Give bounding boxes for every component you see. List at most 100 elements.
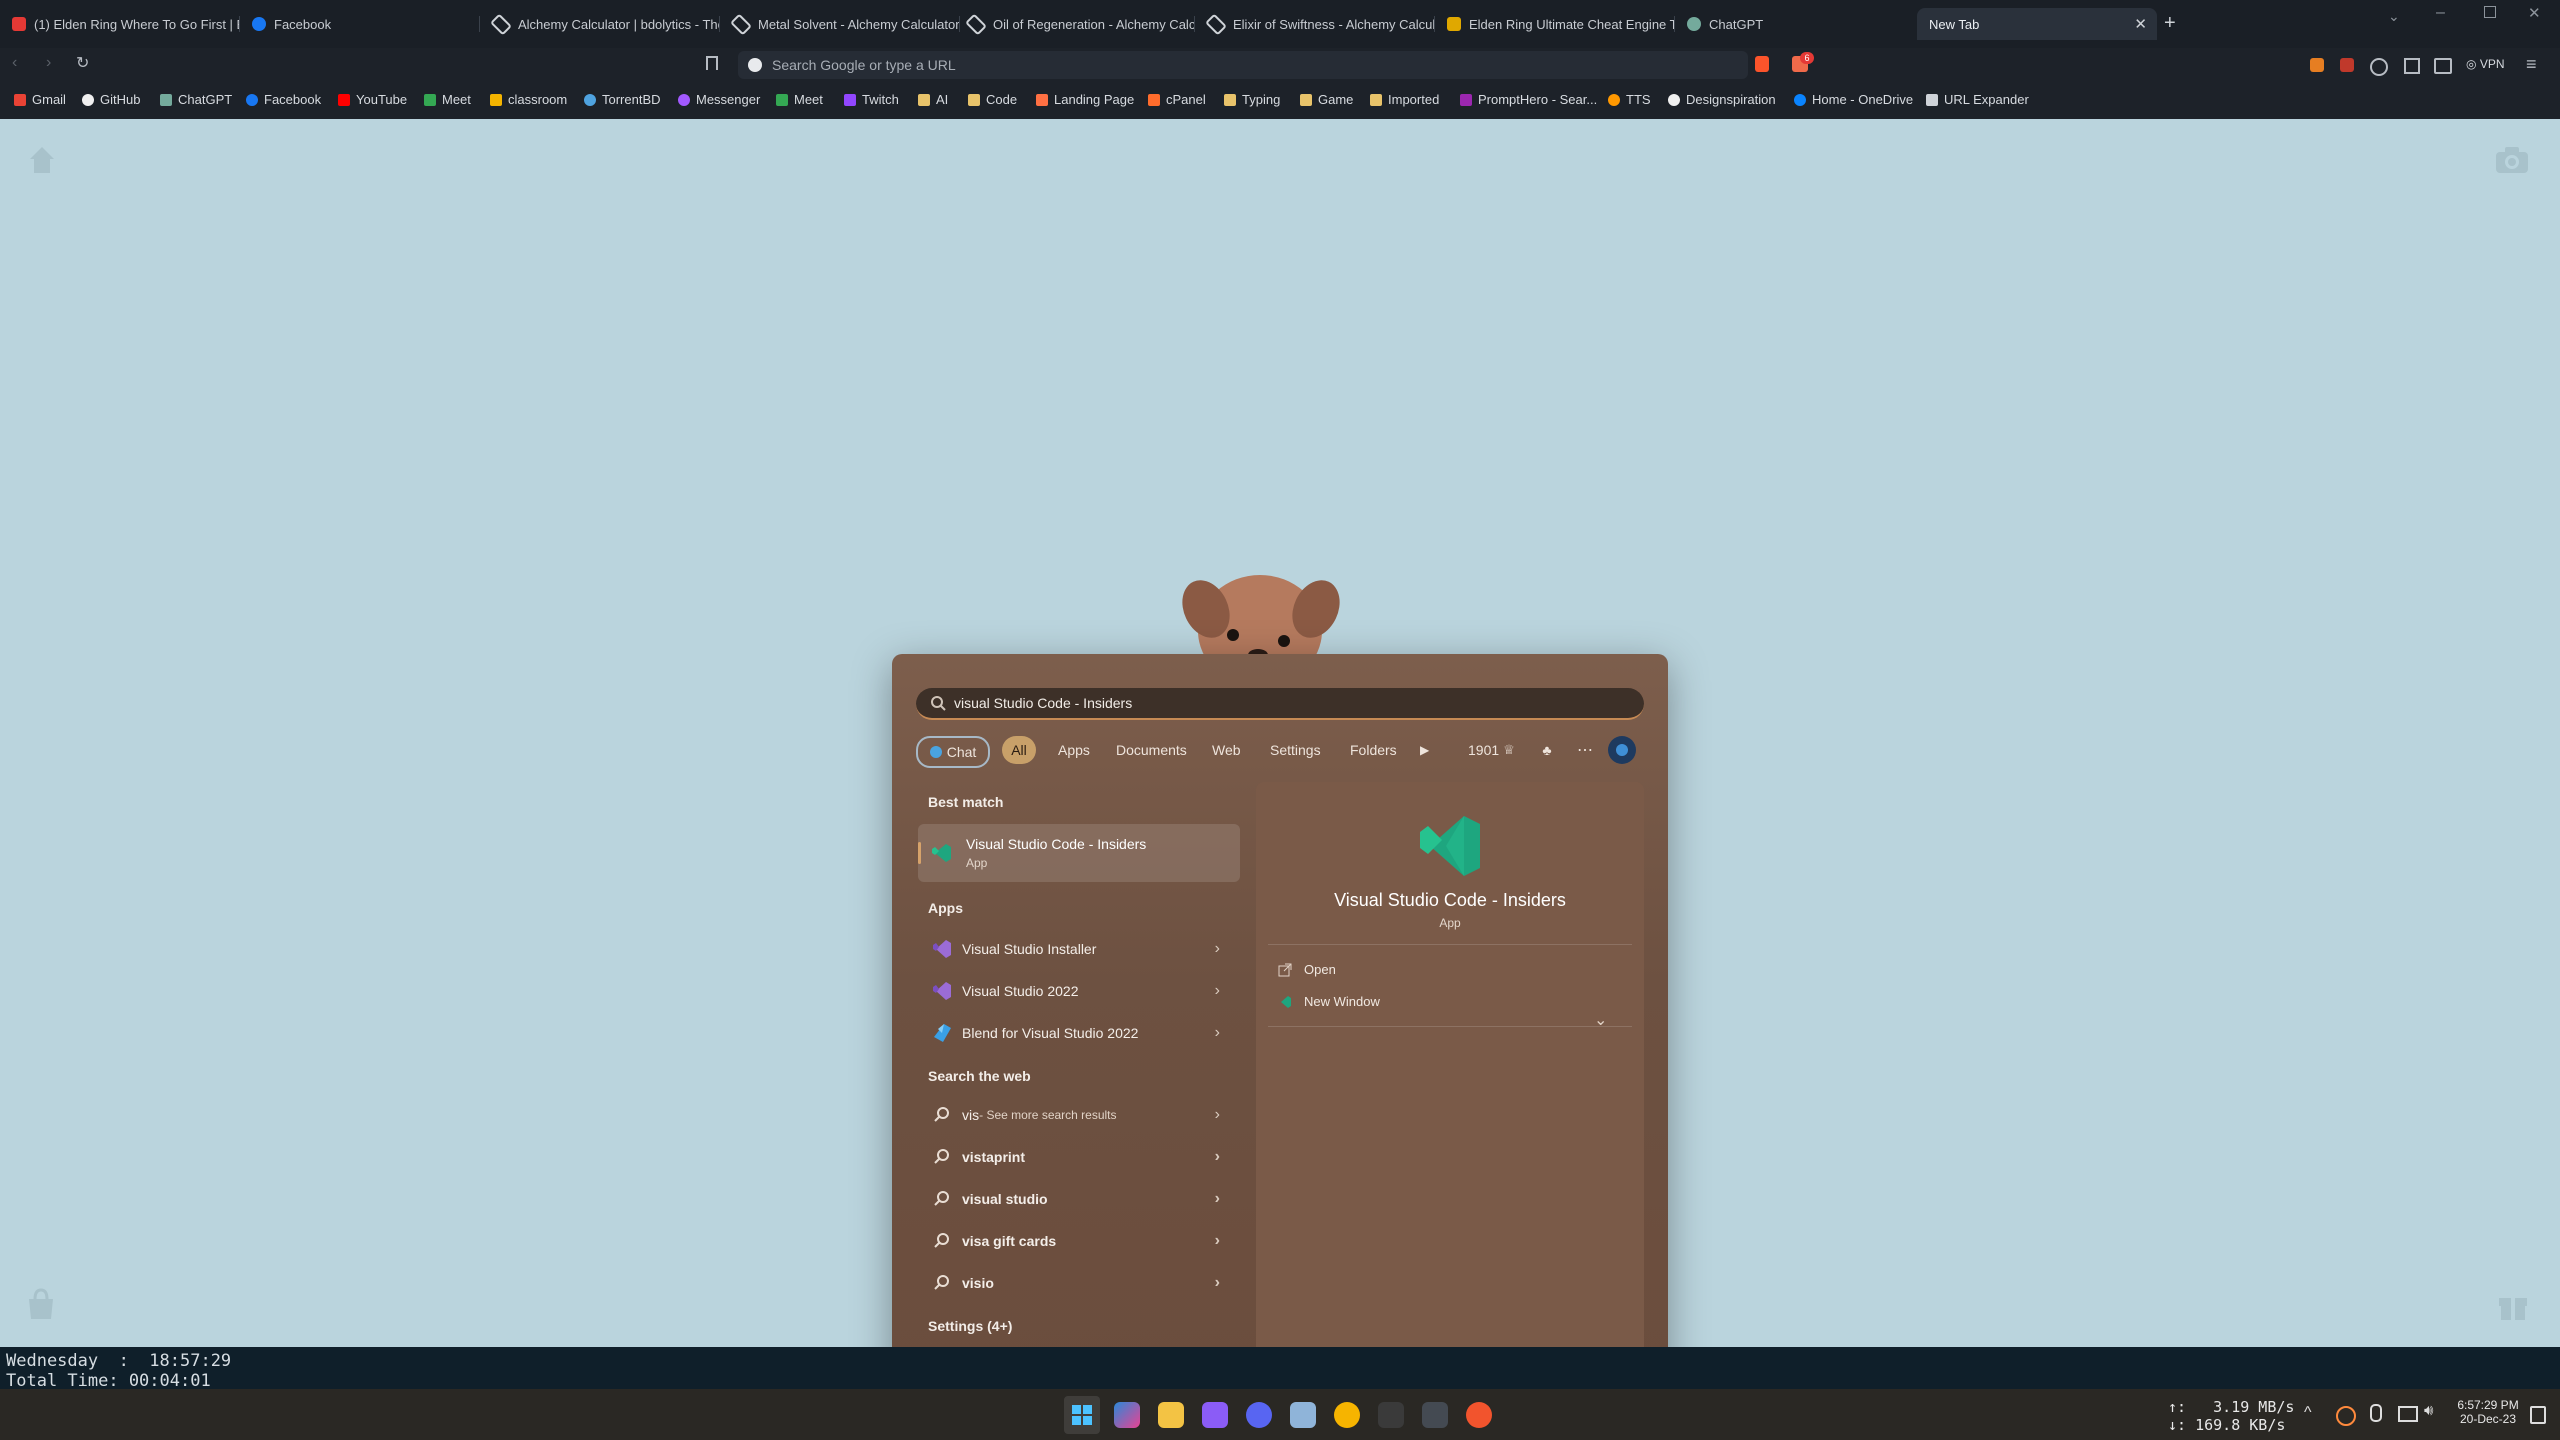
search-web-header: Search the web: [928, 1068, 1031, 1084]
wallet-icon[interactable]: [2434, 58, 2452, 74]
tab[interactable]: Metal Solvent - Alchemy Calculator |: [720, 8, 960, 40]
expand-chevron-icon[interactable]: ⌄: [1594, 1010, 1607, 1030]
linux-terminal-icon[interactable]: [1378, 1402, 1404, 1428]
filter-documents[interactable]: Documents: [1106, 736, 1197, 764]
vpn-button[interactable]: ◎ VPN: [2466, 57, 2505, 71]
gift-icon[interactable]: [2496, 1287, 2530, 1321]
copilot-icon[interactable]: [1114, 1402, 1140, 1428]
bookmark-folder[interactable]: Game: [1300, 92, 1353, 107]
filter-web[interactable]: Web: [1202, 736, 1251, 764]
reload-icon[interactable]: ↻: [76, 53, 89, 73]
bookmark-item[interactable]: Gmail: [14, 92, 66, 107]
brave-browser-icon[interactable]: [1466, 1402, 1492, 1428]
photos-icon[interactable]: [1290, 1402, 1316, 1428]
bookmark-folder[interactable]: Imported: [1370, 92, 1439, 107]
bing-chat-icon[interactable]: [1608, 736, 1636, 764]
app-result[interactable]: Blend for Visual Studio 2022 ›: [920, 1014, 1240, 1052]
chrome-icon[interactable]: [1334, 1402, 1360, 1428]
back-icon[interactable]: ‹: [12, 54, 17, 72]
tab[interactable]: Oil of Regeneration - Alchemy Calcu: [955, 8, 1195, 40]
close-window-icon[interactable]: ✕: [2528, 4, 2541, 22]
file-explorer-icon[interactable]: [1158, 1402, 1184, 1428]
bookmark-item[interactable]: TTS: [1608, 92, 1651, 107]
profile-icon[interactable]: ♣: [1532, 736, 1562, 764]
bookmark-item[interactable]: cPanel: [1148, 92, 1206, 107]
bookmark-item[interactable]: URL Expander: [1926, 92, 2029, 107]
speaker-icon[interactable]: 🔊︎: [2424, 1402, 2433, 1419]
app-result[interactable]: Visual Studio 2022 ›: [920, 972, 1240, 1010]
bookmark-item[interactable]: Designspiration: [1668, 92, 1776, 107]
web-result[interactable]: visual studio ›: [920, 1180, 1240, 1218]
web-result[interactable]: vis - See more search results ›: [920, 1096, 1240, 1134]
rewards-points[interactable]: 1901 ♕: [1458, 736, 1525, 764]
bookmark-item[interactable]: ChatGPT: [160, 92, 232, 107]
web-result[interactable]: visio ›: [920, 1264, 1240, 1302]
notifications-icon[interactable]: [2530, 1406, 2546, 1424]
discord-icon[interactable]: [1246, 1402, 1272, 1428]
tab[interactable]: Facebook: [240, 8, 480, 40]
tab-active[interactable]: New Tab ✕: [1917, 8, 2157, 40]
bookmark-item[interactable]: Twitch: [844, 92, 899, 107]
new-window-action[interactable]: New Window: [1278, 994, 1380, 1009]
bookmark-item[interactable]: PromptHero - Sear...: [1460, 92, 1597, 107]
more-filters-play-icon[interactable]: ▶: [1410, 736, 1439, 764]
terminal-icon[interactable]: [1422, 1402, 1448, 1428]
filter-apps[interactable]: Apps: [1048, 736, 1100, 764]
address-bar[interactable]: Search Google or type a URL: [738, 51, 1748, 79]
bookmark-item[interactable]: GitHub: [82, 92, 140, 107]
sidebar-icon[interactable]: [2404, 58, 2420, 74]
extension-icon[interactable]: [2340, 58, 2354, 72]
tab[interactable]: ChatGPT: [1675, 8, 1915, 40]
bookmark-item[interactable]: Facebook: [246, 92, 321, 107]
microphone-icon[interactable]: [2370, 1404, 2382, 1422]
bookmark-folder[interactable]: Code: [968, 92, 1017, 107]
tab[interactable]: Alchemy Calculator | bdolytics - The: [480, 8, 720, 40]
bookmark-item[interactable]: TorrentBD: [584, 92, 661, 107]
bookmark-item[interactable]: Home - OneDrive: [1794, 92, 1913, 107]
tab[interactable]: Elden Ring Ultimate Cheat Engine Ta: [1435, 8, 1675, 40]
bookmark-item[interactable]: Messenger: [678, 92, 760, 107]
tab-search-chevron-icon[interactable]: ⌄: [2388, 8, 2400, 25]
visual-studio-taskbar-icon[interactable]: [1202, 1402, 1228, 1428]
bookmark-item[interactable]: Meet: [424, 92, 471, 107]
bookmark-item[interactable]: YouTube: [338, 92, 407, 107]
bookmark-item[interactable]: classroom: [490, 92, 567, 107]
bookmark-icon[interactable]: [706, 56, 718, 70]
maximize-icon[interactable]: [2484, 6, 2496, 18]
tray-chevron-icon[interactable]: ^: [2304, 1404, 2312, 1422]
settings-results-link[interactable]: Settings (4+): [928, 1318, 1012, 1334]
menu-icon[interactable]: ≡: [2526, 54, 2537, 75]
best-match-item[interactable]: Visual Studio Code - Insiders App: [918, 824, 1240, 882]
start-button[interactable]: [1064, 1396, 1100, 1434]
tab[interactable]: (1) Elden Ring Where To Go First | Be: [0, 8, 240, 40]
forward-icon[interactable]: ›: [46, 54, 51, 72]
bookmark-folder[interactable]: AI: [918, 92, 948, 107]
filter-folders[interactable]: Folders: [1340, 736, 1407, 764]
network-icon[interactable]: [2398, 1406, 2418, 1422]
home-icon[interactable]: [26, 143, 58, 175]
close-tab-icon[interactable]: ✕: [2134, 15, 2147, 33]
tab[interactable]: Elixir of Swiftness - Alchemy Calculat: [1195, 8, 1435, 40]
filter-settings[interactable]: Settings: [1260, 736, 1331, 764]
web-result[interactable]: visa gift cards ›: [920, 1222, 1240, 1260]
search-icon: [934, 1191, 949, 1206]
clock[interactable]: 6:57:29 PM 20-Dec-23: [2456, 1398, 2520, 1426]
bookmark-item[interactable]: Meet: [776, 92, 823, 107]
filter-chat[interactable]: Chat: [916, 736, 990, 768]
new-tab-button[interactable]: +: [2164, 12, 2176, 35]
extension-icon[interactable]: [2310, 58, 2324, 72]
bookmark-item[interactable]: Landing Page: [1036, 92, 1134, 107]
web-result[interactable]: vistaprint ›: [920, 1138, 1240, 1176]
brave-shield-icon[interactable]: [1755, 56, 1769, 72]
search-input[interactable]: visual Studio Code - Insiders: [916, 688, 1644, 720]
minimize-icon[interactable]: –: [2436, 4, 2445, 22]
open-action[interactable]: Open: [1278, 962, 1336, 977]
bookmark-folder[interactable]: Typing: [1224, 92, 1280, 107]
sync-icon[interactable]: [2370, 58, 2388, 76]
sync-tray-icon[interactable]: [2336, 1406, 2356, 1426]
more-options-icon[interactable]: ⋯: [1570, 736, 1600, 764]
shopping-bag-icon[interactable]: [24, 1287, 58, 1321]
app-result[interactable]: Visual Studio Installer ›: [920, 930, 1240, 968]
filter-all[interactable]: All: [1002, 736, 1036, 764]
camera-icon[interactable]: [2494, 145, 2530, 175]
